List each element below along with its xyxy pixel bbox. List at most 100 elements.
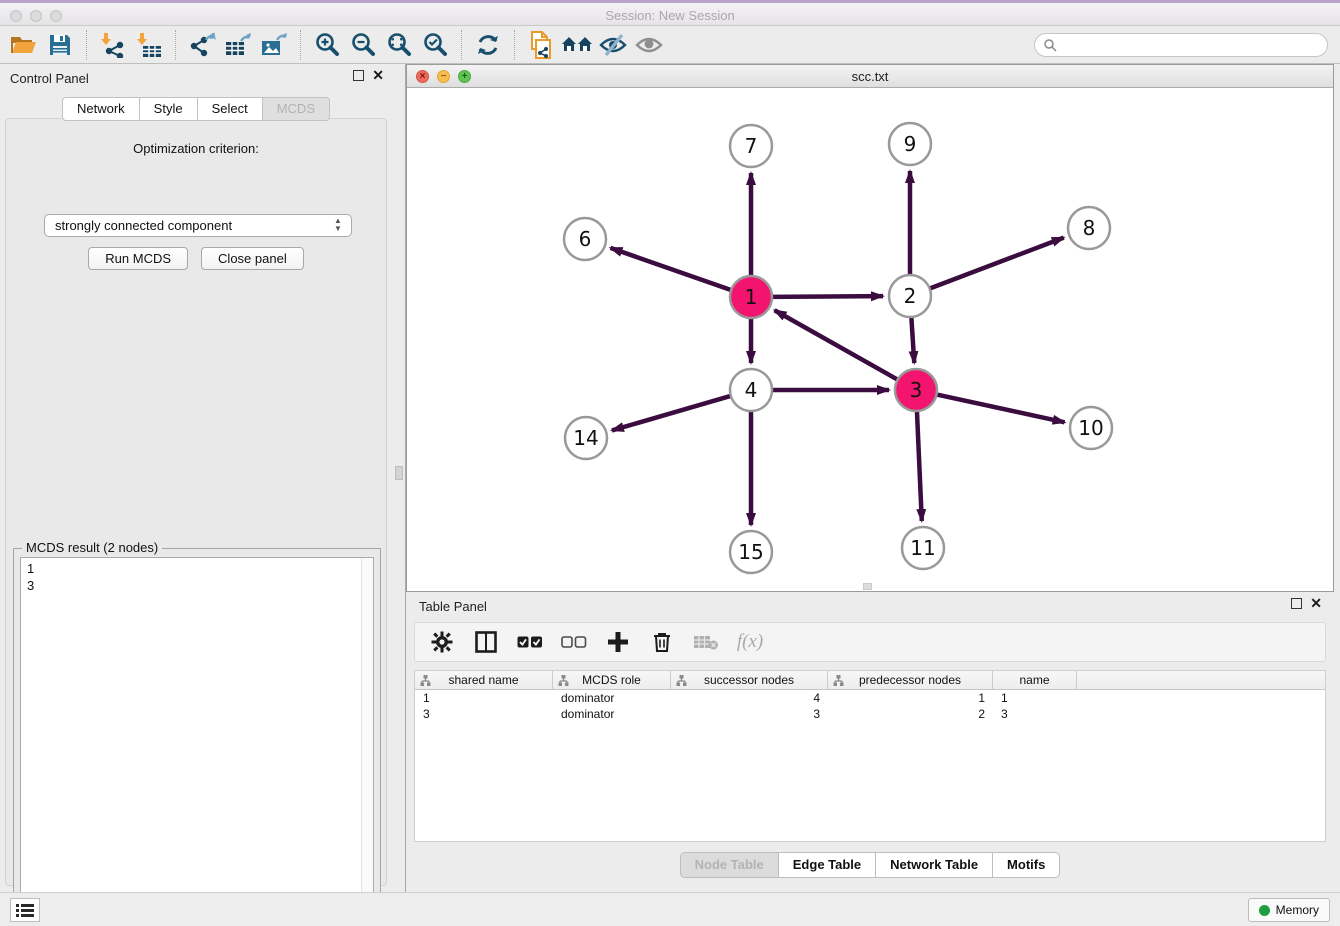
zoom-in-icon[interactable] <box>309 29 345 61</box>
status-bar: Memory <box>0 892 1340 926</box>
table-cell[interactable]: 4 <box>671 690 828 706</box>
table-tabs: Node Table Edge Table Network Table Moti… <box>406 852 1334 878</box>
show-columns-icon[interactable] <box>471 627 501 657</box>
toolbar-separator <box>86 30 87 60</box>
new-network-from-selection-icon[interactable] <box>523 29 559 61</box>
graph-edge-4-14[interactable] <box>612 395 733 430</box>
tree-hierarchy-icon <box>833 675 844 686</box>
dropdown-stepper-icon: ▲▼ <box>332 217 344 233</box>
table-cell[interactable]: 1 <box>415 690 553 706</box>
run-mcds-button[interactable]: Run MCDS <box>88 247 188 270</box>
column-header-shared-name[interactable]: shared name <box>415 671 553 689</box>
mcds-result-group: MCDS result (2 nodes) 1 3 <box>13 548 381 926</box>
tab-edge-table[interactable]: Edge Table <box>778 852 875 878</box>
graph-edge-2-3[interactable] <box>911 315 914 363</box>
unselect-all-checkboxes-icon[interactable] <box>559 627 589 657</box>
graph-edge-1-2[interactable] <box>770 296 883 297</box>
criterion-value: strongly connected component <box>55 218 232 233</box>
import-network-icon[interactable] <box>95 29 131 61</box>
import-table-icon[interactable] <box>131 29 167 61</box>
table-cell[interactable]: 3 <box>671 706 828 722</box>
graph-edge-3-1[interactable] <box>775 310 900 380</box>
graph-node-label-11: 11 <box>910 536 935 560</box>
window-title: Session: New Session <box>0 8 1340 23</box>
graph-node-label-8: 8 <box>1083 216 1096 240</box>
graph-edge-3-10[interactable] <box>935 394 1065 422</box>
tab-style[interactable]: Style <box>139 97 197 121</box>
zoom-fit-icon[interactable] <box>381 29 417 61</box>
graph-node-label-7: 7 <box>745 134 758 158</box>
task-history-button[interactable] <box>10 898 40 922</box>
function-builder-icon[interactable]: f(x) <box>735 627 765 657</box>
graph-edge-1-6[interactable] <box>610 248 733 291</box>
table-cell[interactable]: dominator <box>553 690 671 706</box>
graph-node-label-4: 4 <box>745 378 758 402</box>
table-cell[interactable]: 3 <box>415 706 553 722</box>
table-panel: Table Panel ✕ <box>406 592 1334 892</box>
hide-selected-icon[interactable] <box>595 29 631 61</box>
table-options-gear-icon[interactable] <box>427 627 457 657</box>
delete-row-icon[interactable] <box>647 627 677 657</box>
column-header-predecessor-nodes[interactable]: predecessor nodes <box>828 671 993 689</box>
graph-node-label-14: 14 <box>573 426 598 450</box>
graph-edge-3-11[interactable] <box>917 409 922 521</box>
toolbar-separator <box>175 30 176 60</box>
table-cell[interactable]: 2 <box>828 706 993 722</box>
mcds-result-text: 1 3 <box>21 558 373 594</box>
control-panel-title: Control Panel <box>10 71 89 86</box>
toolbar-separator <box>461 30 462 60</box>
splitter-grip[interactable] <box>395 466 403 480</box>
graph-edge-2-8[interactable] <box>928 238 1064 290</box>
table-row[interactable]: 3dominator323 <box>415 706 1325 722</box>
memory-button[interactable]: Memory <box>1248 898 1330 922</box>
table-float-icon[interactable] <box>1291 598 1302 609</box>
tab-network[interactable]: Network <box>62 97 139 121</box>
close-panel-icon[interactable]: ✕ <box>372 70 384 81</box>
tab-mcds[interactable]: MCDS <box>262 97 330 121</box>
table-cell[interactable]: 1 <box>828 690 993 706</box>
window-titlebar: Session: New Session <box>0 0 1340 26</box>
delete-table-icon[interactable] <box>691 627 721 657</box>
export-table-icon[interactable] <box>220 29 256 61</box>
network-canvas[interactable]: 7968124314101511 <box>407 88 1333 591</box>
graph-node-label-1: 1 <box>745 285 758 309</box>
table-row[interactable]: 1dominator411 <box>415 690 1325 706</box>
table-cell[interactable]: dominator <box>553 706 671 722</box>
tab-node-table[interactable]: Node Table <box>680 852 778 878</box>
export-network-icon[interactable] <box>184 29 220 61</box>
canvas-bottom-grip[interactable] <box>863 583 872 590</box>
refresh-icon[interactable] <box>470 29 506 61</box>
export-image-icon[interactable] <box>256 29 292 61</box>
column-header-MCDS-role[interactable]: MCDS role <box>553 671 671 689</box>
tab-motifs[interactable]: Motifs <box>992 852 1060 878</box>
tab-select[interactable]: Select <box>197 97 262 121</box>
graph-node-label-15: 15 <box>738 540 763 564</box>
tab-network-table[interactable]: Network Table <box>875 852 992 878</box>
column-header-name[interactable]: name <box>993 671 1077 689</box>
network-titlebar: × − + scc.txt <box>407 65 1333 88</box>
criterion-dropdown[interactable]: strongly connected component ▲▼ <box>44 214 352 237</box>
mcds-result-title: MCDS result (2 nodes) <box>22 540 162 555</box>
select-all-checkboxes-icon[interactable] <box>515 627 545 657</box>
close-panel-button[interactable]: Close panel <box>201 247 304 270</box>
result-scrollbar[interactable] <box>361 558 373 918</box>
search-input[interactable] <box>1057 35 1327 55</box>
table-close-icon[interactable]: ✕ <box>1310 598 1322 609</box>
zoom-out-icon[interactable] <box>345 29 381 61</box>
toolbar-separator <box>514 30 515 60</box>
show-all-icon[interactable] <box>631 29 667 61</box>
column-header-successor-nodes[interactable]: successor nodes <box>671 671 828 689</box>
table-toolbar: f(x) <box>414 622 1326 662</box>
tree-hierarchy-icon <box>676 675 687 686</box>
float-panel-icon[interactable] <box>353 70 364 81</box>
column-header-label: shared name <box>448 673 518 687</box>
mcds-result-area[interactable]: 1 3 <box>20 557 374 919</box>
save-session-icon[interactable] <box>42 29 78 61</box>
first-neighbors-icon[interactable] <box>559 29 595 61</box>
vertical-splitter[interactable] <box>392 64 406 892</box>
open-session-icon[interactable] <box>6 29 42 61</box>
add-row-icon[interactable] <box>603 627 633 657</box>
table-cell[interactable]: 1 <box>993 690 1077 706</box>
zoom-selected-icon[interactable] <box>417 29 453 61</box>
table-cell[interactable]: 3 <box>993 706 1077 722</box>
